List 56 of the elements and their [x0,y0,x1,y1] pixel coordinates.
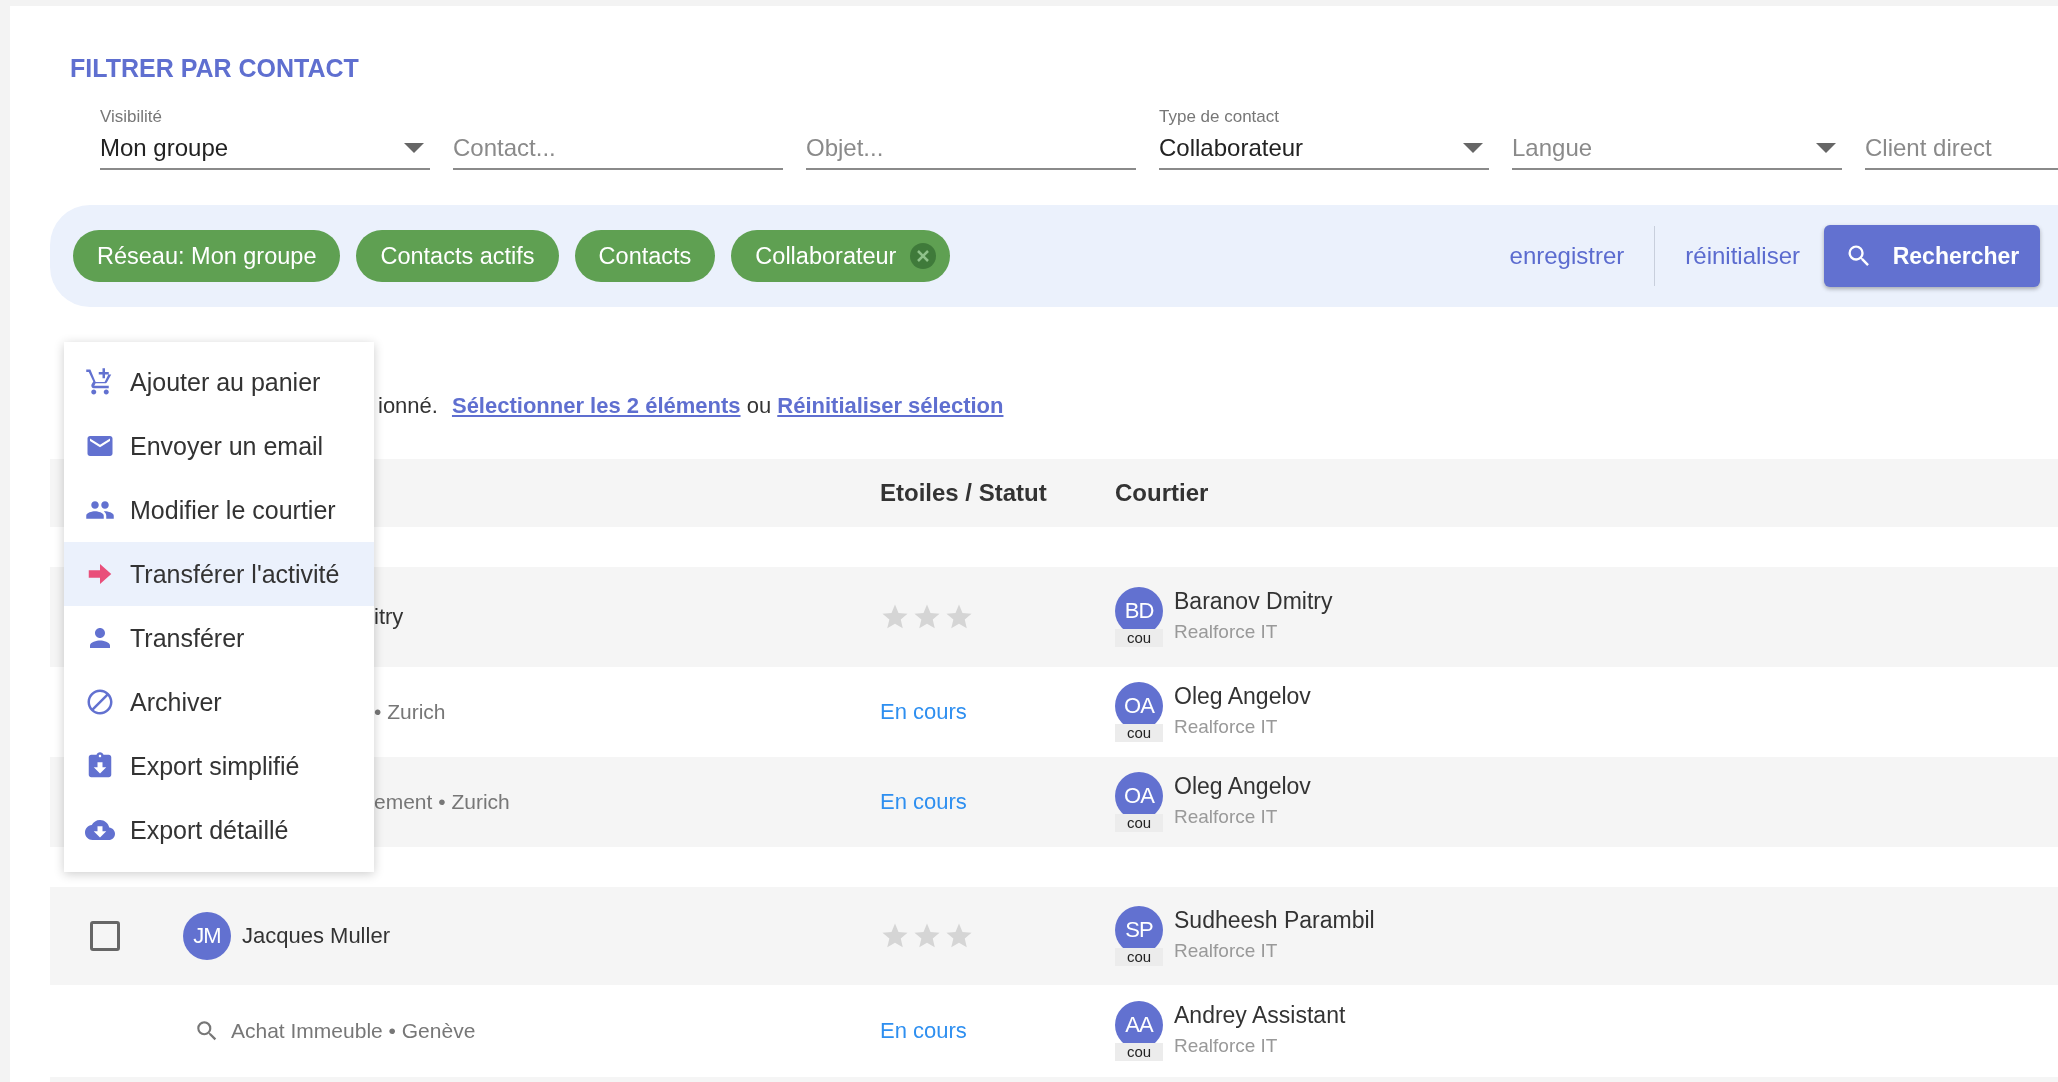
menu-item[interactable]: Transférer l'activité [64,542,374,606]
block-icon [85,687,115,717]
role-label: cou [1115,814,1163,832]
selection-text: ionné. [378,393,438,419]
input-field[interactable]: Objet... [806,128,1136,170]
menu-item[interactable]: Modifier le courtier [64,478,374,542]
company-name: Realforce IT [1174,621,1279,643]
company-name: Realforce IT [1174,1035,1279,1057]
caret-icon [404,143,424,153]
menu-item[interactable]: Archiver [64,670,374,734]
caret-icon [1463,143,1483,153]
menu-item[interactable]: Transférer [64,606,374,670]
activity-text[interactable]: Achat Immeuble • Genève [231,1019,476,1043]
column-header: Courtier [1115,479,1210,507]
input-field[interactable]: Contact... [453,128,783,170]
select-field[interactable]: Langue [1512,128,1842,170]
contact-name[interactable]: Jacques Muller [242,923,390,949]
reset-link[interactable]: réinitialiser [1685,242,1800,270]
search-button[interactable]: Rechercher [1824,225,2040,287]
menu-item[interactable]: Envoyer un email [64,414,374,478]
input-field[interactable]: Client direct [1865,128,2058,170]
role-label: cou [1115,629,1163,647]
save-link[interactable]: enregistrer [1509,242,1625,270]
role-label: cou [1115,724,1163,742]
row-checkbox[interactable] [90,921,120,951]
broker-name: Baranov Dmitry [1174,587,1333,615]
menu-item[interactable]: Ajouter au panier [64,350,374,414]
status-text: En cours [880,1018,967,1043]
remove-icon[interactable] [910,243,937,269]
company-name: Realforce IT [1174,716,1279,738]
select-field[interactable]: Collaborateur [1159,128,1489,170]
status-text: En cours [880,789,967,814]
select-field[interactable]: Mon groupe [100,128,430,170]
reset-selection-link[interactable]: Réinitialiser sélection [777,393,1004,419]
role-label: cou [1115,948,1163,966]
contact-name[interactable]: itry [374,604,404,630]
broker-name: Oleg Angelov [1174,682,1311,710]
broker-name: Sudheesh Parambil [1174,906,1375,934]
broker-name: Andrey Assistant [1174,1001,1346,1029]
broker-name: Oleg Angelov [1174,772,1311,800]
separator-text: ou [746,393,772,419]
section-title: FILTRER PAR CONTACT [70,53,360,84]
company-name: Realforce IT [1174,940,1279,962]
field-label: Type de contact [1159,107,1280,126]
select-all-link[interactable]: Sélectionner les 2 éléments [451,393,741,419]
status-text: En cours [880,699,967,724]
activity-text[interactable]: ement • Zurich [374,790,510,814]
caret-icon [1816,143,1836,153]
activity-text[interactable]: • Zurich [374,700,446,724]
menu-item[interactable]: Export simplifié [64,734,374,798]
company-name: Realforce IT [1174,806,1279,828]
contact-avatar: JM [183,912,231,960]
column-header: Etoiles / Statut [880,479,1048,507]
field-label: Visibilité [100,107,163,126]
role-label: cou [1115,1043,1163,1061]
menu-item[interactable]: Export détaillé [64,798,374,862]
